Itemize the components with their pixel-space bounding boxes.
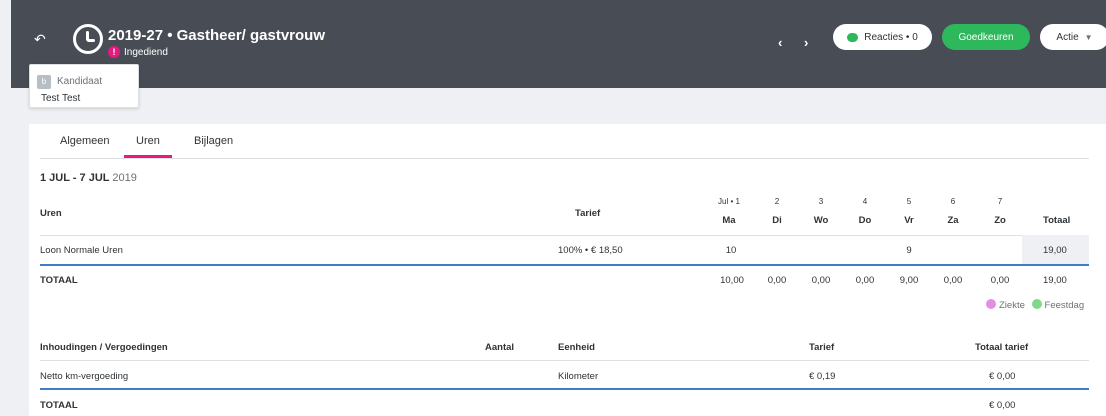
col-aantal: Aantal xyxy=(485,342,515,353)
week-range: 1 JUL - 7 JUL 2019 xyxy=(40,172,137,184)
deduction-row-total: € 0,00 xyxy=(989,371,1016,382)
date-label: 6 xyxy=(950,197,956,206)
candidate-name: Test Test xyxy=(41,93,81,104)
status-text: Ingediend xyxy=(124,46,168,58)
hours-grand-total: 19,00 xyxy=(1043,275,1067,286)
chevron-left-icon[interactable]: ‹ xyxy=(778,35,782,50)
back-icon[interactable]: ↶ xyxy=(34,31,46,48)
date-label: 5 xyxy=(906,197,912,206)
hours-cell[interactable]: 10 xyxy=(716,245,746,256)
page-title: 2019-27 • Gastheer/ gastvrouw xyxy=(108,27,326,44)
status-indicator: ! Ingediend xyxy=(108,46,168,58)
tab-algemeen[interactable]: Algemeen xyxy=(60,135,110,147)
total-divider xyxy=(40,264,1089,266)
hours-row-label: Loon Normale Uren xyxy=(40,245,123,256)
date-label: 3 xyxy=(818,197,824,206)
chevron-down-icon: ▼ xyxy=(1084,32,1093,42)
divider xyxy=(40,235,1089,236)
tab-bar: Algemeen Uren Bijlagen xyxy=(40,124,1089,159)
hours-total-label: TOTAAL xyxy=(40,275,78,286)
divider xyxy=(40,360,1089,361)
day-total: 0,00 xyxy=(990,275,1010,286)
candidate-card[interactable]: b Kandidaat Test Test xyxy=(29,64,139,108)
tab-uren[interactable]: Uren xyxy=(124,135,172,158)
total-divider xyxy=(40,388,1089,390)
col-uren: Uren xyxy=(40,208,62,219)
deduction-total-label: TOTAAL xyxy=(40,400,78,411)
deduction-row-tarief: € 0,19 xyxy=(809,371,836,382)
day-label: Di xyxy=(772,215,782,226)
page-header: ↶ 2019-27 • Gastheer/ gastvrouw ! Ingedi… xyxy=(11,0,1106,88)
deduction-grand-total: € 0,00 xyxy=(989,400,1016,411)
date-label: 2 xyxy=(774,197,780,206)
date-label: 7 xyxy=(997,197,1003,206)
deduction-row-eenheid: Kilometer xyxy=(558,371,599,382)
day-total: 9,00 xyxy=(899,275,919,286)
col-eenheid: Eenheid xyxy=(558,342,595,353)
day-label: Zo xyxy=(994,215,1006,226)
candidate-badge: b xyxy=(37,75,51,89)
action-dropdown[interactable]: Actie ▼ xyxy=(1040,24,1106,50)
reactions-button[interactable]: Reacties • 0 xyxy=(833,24,932,50)
hours-row-total: 19,00 xyxy=(1043,245,1067,256)
date-label: Jul • 1 xyxy=(718,197,740,206)
tab-bijlagen[interactable]: Bijlagen xyxy=(194,135,233,147)
timesheet-card: Algemeen Uren Bijlagen 1 JUL - 7 JUL 201… xyxy=(29,124,1106,416)
col-deduction-tarief: Tarief xyxy=(809,342,835,353)
deduction-row-label: Netto km-vergoeding xyxy=(40,371,129,382)
candidate-label: Kandidaat xyxy=(57,76,103,87)
col-tarief: Tarief xyxy=(575,208,601,219)
day-total: 0,00 xyxy=(767,275,787,286)
day-total: 0,00 xyxy=(943,275,963,286)
day-label: Do xyxy=(858,215,872,226)
day-total: 10,00 xyxy=(720,275,744,286)
day-label: Vr xyxy=(904,215,914,226)
approve-button[interactable]: Goedkeuren xyxy=(942,24,1030,50)
legend: Ziekte Feestdag xyxy=(986,299,1084,311)
chevron-right-icon[interactable]: › xyxy=(804,35,808,50)
chat-icon xyxy=(847,32,859,42)
col-inhoudingen: Inhoudingen / Vergoedingen xyxy=(40,342,168,353)
day-label: Ma xyxy=(722,215,736,226)
day-total: 0,00 xyxy=(811,275,831,286)
hours-row-tarief: 100% • € 18,50 xyxy=(558,245,623,256)
col-totaal: Totaal xyxy=(1043,215,1071,226)
hours-cell[interactable]: 9 xyxy=(894,245,924,256)
col-totaal-tarief: Totaal tarief xyxy=(975,342,1029,353)
day-total: 0,00 xyxy=(855,275,875,286)
day-label: Wo xyxy=(813,215,829,226)
day-label: Za xyxy=(947,215,959,226)
alert-icon: ! xyxy=(108,46,120,58)
date-label: 4 xyxy=(862,197,868,206)
holiday-dot-icon xyxy=(1031,299,1042,309)
sick-dot-icon xyxy=(986,299,996,309)
clock-icon xyxy=(73,24,103,54)
